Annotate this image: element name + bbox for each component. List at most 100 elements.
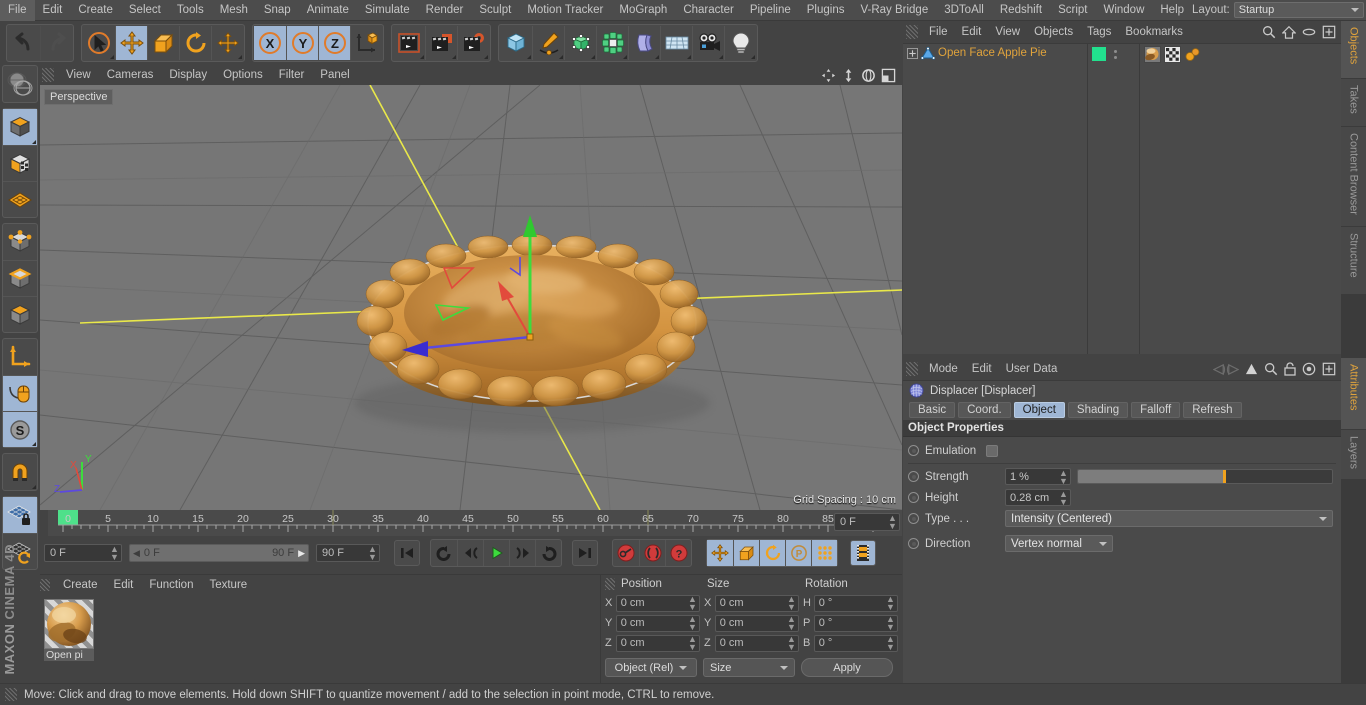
object-menu-bookmarks[interactable]: Bookmarks xyxy=(1118,21,1190,43)
sculpt-tag-icon[interactable] xyxy=(1184,46,1201,63)
menu-item-render[interactable]: Render xyxy=(418,0,472,21)
rotation-b-field[interactable]: 0 ° ▲ ▼ xyxy=(813,634,898,652)
menu-item-animate[interactable]: Animate xyxy=(299,0,357,21)
viewport-menu-panel[interactable]: Panel xyxy=(312,65,357,85)
object-menu-file[interactable]: File xyxy=(922,21,955,43)
menu-item-sculpt[interactable]: Sculpt xyxy=(471,0,519,21)
texture-tag-icon[interactable] xyxy=(1144,46,1161,63)
render-settings-button[interactable] xyxy=(457,26,489,60)
menu-item-tools[interactable]: Tools xyxy=(169,0,212,21)
material-menu-edit[interactable]: Edit xyxy=(106,575,142,595)
spinner-icon[interactable]: ▲ ▼ xyxy=(888,514,897,531)
strength-field[interactable]: 1 % ▲ ▼ xyxy=(1005,468,1071,485)
spinner-icon[interactable]: ▲ ▼ xyxy=(886,635,895,652)
attr-menu-mode[interactable]: Mode xyxy=(922,358,965,380)
panel-grip-icon[interactable] xyxy=(906,25,918,39)
emulation-checkbox[interactable] xyxy=(986,444,999,457)
make-editable-icon[interactable] xyxy=(3,66,37,102)
type-dropdown[interactable]: Intensity (Centered) xyxy=(1005,510,1333,527)
up-arrow-icon[interactable] xyxy=(1245,363,1258,376)
polygons-mode-icon[interactable] xyxy=(3,296,37,332)
size-z-field[interactable]: 0 cm ▲ ▼ xyxy=(714,634,799,652)
points-mode-icon[interactable] xyxy=(3,224,37,260)
spinner-icon[interactable]: ▲ ▼ xyxy=(787,635,796,652)
menu-item-help[interactable]: Help xyxy=(1152,0,1192,21)
direction-dropdown[interactable]: Vertex normal xyxy=(1005,535,1113,552)
layout-dropdown[interactable]: Startup xyxy=(1233,2,1364,18)
strength-slider-knob[interactable] xyxy=(1222,470,1226,483)
height-field[interactable]: 0.28 cm ▲ ▼ xyxy=(1005,489,1071,506)
spinner-icon[interactable]: ▲ ▼ xyxy=(787,595,796,612)
panel-grip-icon[interactable] xyxy=(605,578,615,590)
vtab-attributes[interactable]: Attributes xyxy=(1341,358,1366,430)
point-level-animation-button[interactable] xyxy=(811,540,837,566)
coordinate-mode-dropdown[interactable]: Object (Rel) xyxy=(605,658,697,677)
enable-axis-icon[interactable] xyxy=(3,375,37,411)
tab-coord[interactable]: Coord. xyxy=(958,402,1011,418)
scale-tool-button[interactable] xyxy=(147,26,179,60)
render-view-button[interactable] xyxy=(393,26,425,60)
lock-x-axis-button[interactable]: X xyxy=(254,26,286,60)
menu-item-3dtoall[interactable]: 3DToAll xyxy=(936,0,992,21)
menu-item-edit[interactable]: Edit xyxy=(35,0,71,21)
perspective-viewport[interactable]: Perspective Grid Spacing : 10 cm Y X Z xyxy=(40,85,902,510)
spinner-icon[interactable]: ▲ ▼ xyxy=(688,615,697,632)
menu-item-script[interactable]: Script xyxy=(1050,0,1095,21)
position-y-field[interactable]: 0 cm ▲ ▼ xyxy=(615,614,700,632)
deformer-bend-button[interactable] xyxy=(628,26,660,60)
viewport-menu-view[interactable]: View xyxy=(58,65,99,85)
target-icon[interactable] xyxy=(1302,362,1316,376)
frame-range-bar[interactable]: ◀ 0 F 90 F ▶ xyxy=(129,544,309,562)
scene-floor-button[interactable] xyxy=(660,26,692,60)
move-axis-button[interactable] xyxy=(211,26,243,60)
spinner-icon[interactable]: ▲ ▼ xyxy=(688,595,697,612)
spinner-icon[interactable]: ▲ ▼ xyxy=(1059,468,1068,485)
animate-track-icon[interactable] xyxy=(908,471,919,482)
animate-track-icon[interactable] xyxy=(908,538,919,549)
object-menu-view[interactable]: View xyxy=(988,21,1027,43)
play-backwards-loop-button[interactable] xyxy=(431,540,457,566)
go-to-end-button[interactable] xyxy=(572,540,598,566)
pan-icon[interactable] xyxy=(821,68,836,83)
animate-track-icon[interactable] xyxy=(908,445,919,456)
menu-item-character[interactable]: Character xyxy=(675,0,742,21)
fullscreen-icon[interactable] xyxy=(1322,25,1336,39)
vtab-structure[interactable]: Structure xyxy=(1341,227,1366,295)
step-forward-button[interactable] xyxy=(509,540,535,566)
preview-frame-field[interactable]: 0 F ▲ ▼ xyxy=(834,513,900,531)
object-row[interactable]: Open Face Apple Pie xyxy=(903,44,1087,62)
eye-icon[interactable] xyxy=(1302,26,1316,38)
spinner-icon[interactable]: ▲ ▼ xyxy=(886,595,895,612)
menu-item-simulate[interactable]: Simulate xyxy=(357,0,418,21)
undo-button[interactable] xyxy=(8,26,40,60)
material-preview-thumbnail[interactable] xyxy=(44,599,94,649)
attr-menu-user-data[interactable]: User Data xyxy=(999,358,1065,380)
scale-key-button[interactable] xyxy=(733,540,759,566)
vtab-content-browser[interactable]: Content Browser xyxy=(1341,127,1366,227)
menu-item-snap[interactable]: Snap xyxy=(256,0,299,21)
size-mode-dropdown[interactable]: Size xyxy=(703,658,795,677)
spinner-icon[interactable]: ▲ ▼ xyxy=(787,615,796,632)
spinner-icon[interactable]: ▲ ▼ xyxy=(110,545,119,562)
material-item[interactable]: Open pi xyxy=(44,599,94,661)
menu-item-redshift[interactable]: Redshift xyxy=(992,0,1050,21)
spinner-icon[interactable]: ▲ ▼ xyxy=(886,615,895,632)
world-object-coordinates-button[interactable] xyxy=(350,26,382,60)
render-region-button[interactable] xyxy=(425,26,457,60)
menu-item-vray-bridge[interactable]: V-Ray Bridge xyxy=(852,0,936,21)
attr-menu-edit[interactable]: Edit xyxy=(965,358,999,380)
workplane-lock-icon[interactable] xyxy=(3,497,37,533)
spline-pen-button[interactable] xyxy=(532,26,564,60)
menu-item-file[interactable]: File xyxy=(0,0,35,21)
move-tool-button[interactable] xyxy=(115,26,147,60)
apply-button[interactable]: Apply xyxy=(801,658,893,677)
menu-item-motion-tracker[interactable]: Motion Tracker xyxy=(519,0,611,21)
panel-grip-icon[interactable] xyxy=(5,688,17,701)
history-icon[interactable] xyxy=(1213,363,1239,376)
viewport-menu-filter[interactable]: Filter xyxy=(271,65,313,85)
layer-color-swatch[interactable] xyxy=(1092,47,1106,61)
tab-shading[interactable]: Shading xyxy=(1067,402,1129,418)
menu-item-pipeline[interactable]: Pipeline xyxy=(742,0,799,21)
mograph-array-button[interactable] xyxy=(596,26,628,60)
animate-track-icon[interactable] xyxy=(908,513,919,524)
